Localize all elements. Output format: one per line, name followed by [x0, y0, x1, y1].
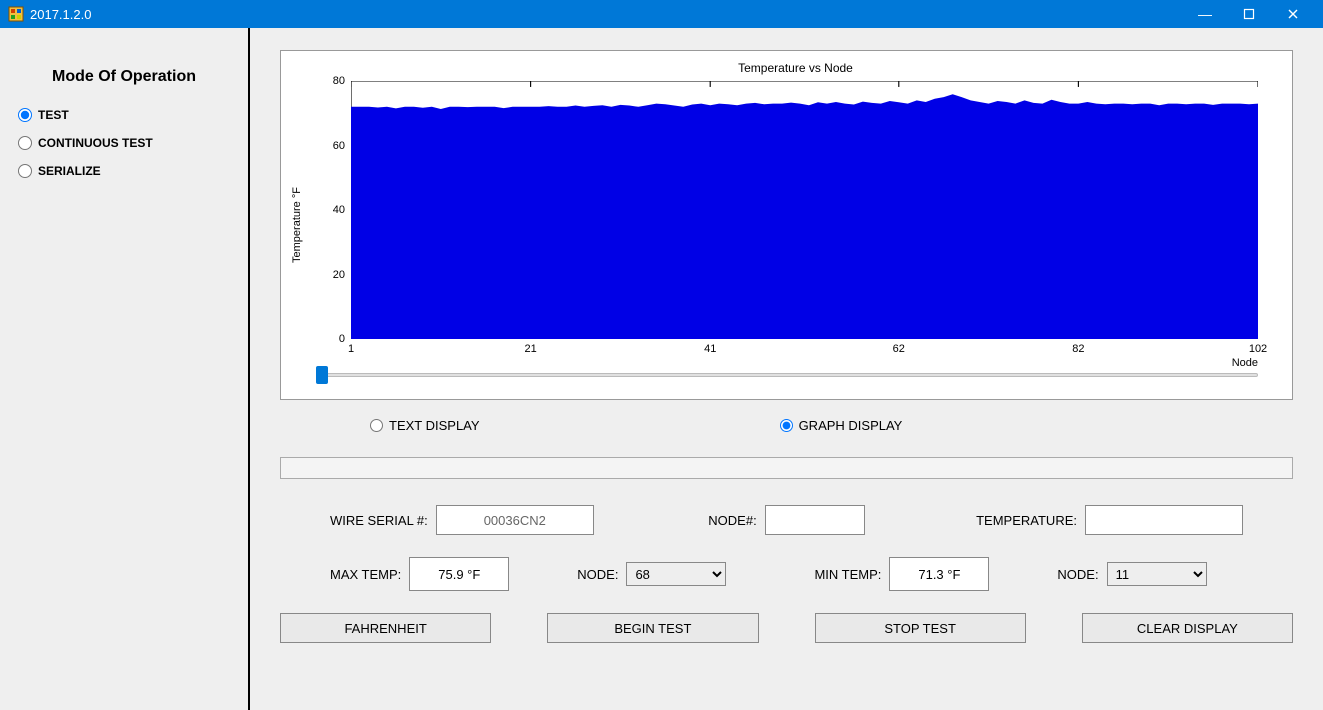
radio-graph-display[interactable] [780, 419, 793, 432]
xtick: 1 [348, 339, 354, 355]
temperature-label: TEMPERATURE: [976, 513, 1077, 528]
node-number-input[interactable] [765, 505, 865, 535]
radio-serialize[interactable] [18, 164, 32, 178]
chart-slider[interactable] [321, 365, 1258, 385]
minimize-button[interactable]: — [1183, 0, 1227, 28]
wire-serial-label: WIRE SERIAL #: [330, 513, 428, 528]
slider-thumb[interactable] [316, 366, 328, 384]
window-title: 2017.1.2.0 [30, 7, 1183, 22]
close-button[interactable] [1271, 0, 1315, 28]
max-node-select[interactable]: 68 [626, 562, 726, 586]
ytick: 40 [333, 204, 351, 216]
ytick: 60 [333, 140, 351, 152]
min-node-select[interactable]: 11 [1107, 562, 1207, 586]
chart-container: Temperature vs Node Temperature °F 02040… [280, 50, 1293, 400]
max-temp-label: MAX TEMP: [330, 567, 401, 582]
ytick: 80 [333, 75, 351, 87]
display-mode-row: TEXT DISPLAY GRAPH DISPLAY [280, 412, 1293, 439]
sidebar: Mode Of Operation TEST CONTINUOUS TEST S… [0, 28, 250, 710]
mode-option-test[interactable]: TEST [18, 108, 230, 122]
node-number-label: NODE#: [708, 513, 756, 528]
max-temp-value[interactable] [409, 557, 509, 591]
window-controls: — [1183, 0, 1315, 28]
text-display-label: TEXT DISPLAY [389, 418, 480, 433]
action-buttons: FAHRENHEIT BEGIN TEST STOP TEST CLEAR DI… [280, 613, 1293, 643]
stop-test-button[interactable]: STOP TEST [815, 613, 1026, 643]
min-temp-value[interactable] [889, 557, 989, 591]
temperature-output [1085, 505, 1243, 535]
xtick: 21 [524, 339, 536, 355]
slider-track[interactable] [321, 373, 1258, 377]
sidebar-heading: Mode Of Operation [18, 68, 230, 86]
mode-label: SERIALIZE [38, 164, 101, 178]
chart-svg [351, 81, 1258, 339]
plot-area: 020406080 121416282102 [351, 81, 1258, 339]
main-panel: Temperature vs Node Temperature °F 02040… [250, 28, 1323, 710]
radio-text-display[interactable] [370, 419, 383, 432]
progress-bar [280, 457, 1293, 479]
min-temp-label: MIN TEMP: [814, 567, 881, 582]
chart-ylabel: Temperature °F [291, 187, 303, 263]
xtick: 82 [1072, 339, 1084, 355]
ytick: 20 [333, 269, 351, 281]
xtick: 102 [1249, 339, 1267, 355]
titlebar: 2017.1.2.0 — [0, 0, 1323, 28]
min-node-label: NODE: [1057, 567, 1098, 582]
graph-display-label: GRAPH DISPLAY [799, 418, 903, 433]
minmax-row: MAX TEMP: NODE: 68 MIN TEMP: NODE: 11 [280, 557, 1293, 591]
begin-test-button[interactable]: BEGIN TEST [547, 613, 758, 643]
serial-row: WIRE SERIAL #: NODE#: TEMPERATURE: [280, 505, 1293, 535]
radio-test[interactable] [18, 108, 32, 122]
graph-display-option[interactable]: GRAPH DISPLAY [780, 418, 903, 433]
fahrenheit-button[interactable]: FAHRENHEIT [280, 613, 491, 643]
text-display-option[interactable]: TEXT DISPLAY [370, 418, 480, 433]
max-node-label: NODE: [577, 567, 618, 582]
wire-serial-input [436, 505, 594, 535]
maximize-button[interactable] [1227, 0, 1271, 28]
radio-continuous-test[interactable] [18, 136, 32, 150]
mode-option-serialize[interactable]: SERIALIZE [18, 164, 230, 178]
mode-option-continuous[interactable]: CONTINUOUS TEST [18, 136, 230, 150]
mode-label: CONTINUOUS TEST [38, 136, 153, 150]
clear-display-button[interactable]: CLEAR DISPLAY [1082, 613, 1293, 643]
xtick: 62 [893, 339, 905, 355]
app-icon [8, 6, 24, 22]
chart-title: Temperature vs Node [333, 61, 1258, 75]
mode-label: TEST [38, 108, 69, 122]
xtick: 41 [704, 339, 716, 355]
